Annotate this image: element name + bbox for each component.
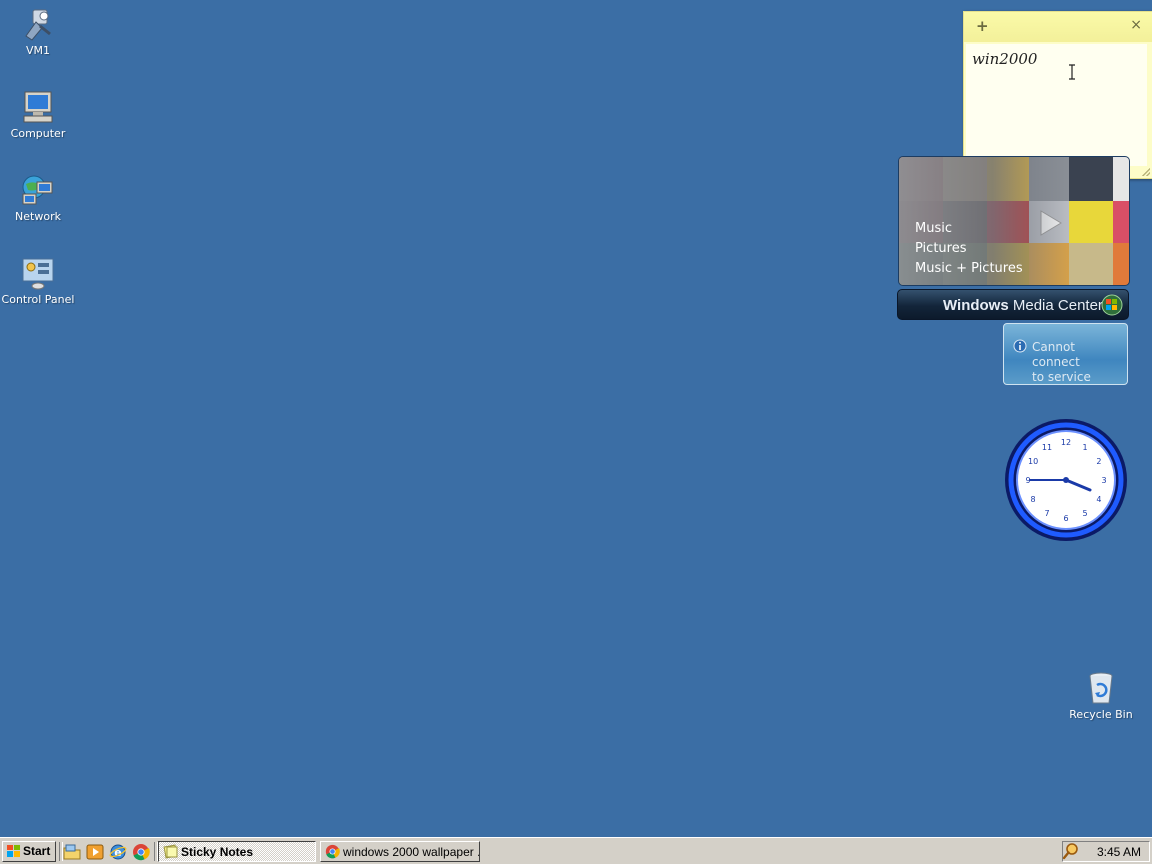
- info-icon: [1013, 339, 1027, 353]
- desktop-icon-control-panel[interactable]: Control Panel: [0, 255, 76, 306]
- menu-item-pictures[interactable]: Pictures: [915, 239, 1023, 259]
- clock-number: 6: [1063, 514, 1068, 523]
- taskbar-button-chrome[interactable]: windows 2000 wallpaper ...: [320, 841, 480, 862]
- media-tile: [1069, 157, 1113, 201]
- clock-gadget[interactable]: 121234567891011: [1004, 418, 1128, 542]
- windows-logo-icon: [1101, 294, 1123, 316]
- service-message-line: to service: [1032, 370, 1091, 384]
- clock-center: [1063, 477, 1069, 483]
- clock-number: 11: [1042, 443, 1052, 452]
- media-player-icon[interactable]: [86, 843, 104, 861]
- clock-number: 7: [1044, 509, 1049, 518]
- media-center-title: Windows Media Center: [943, 297, 1103, 314]
- clock-number: 5: [1082, 509, 1087, 518]
- taskbar: Start e Sticky Notes windows 2000 wallpa…: [0, 837, 1152, 864]
- explorer-icon[interactable]: [63, 843, 81, 861]
- desktop-icon-computer[interactable]: Computer: [0, 89, 76, 140]
- sticky-note[interactable]: + × win2000: [963, 11, 1152, 179]
- chrome-icon[interactable]: [132, 843, 150, 861]
- clock-number: 12: [1061, 438, 1071, 447]
- clock-number: 4: [1096, 495, 1101, 504]
- media-tile: [1113, 243, 1129, 285]
- clock-number: 3: [1101, 476, 1106, 485]
- text-cursor-icon: [1069, 64, 1075, 80]
- desktop-icon-label: Computer: [10, 127, 66, 140]
- service-status-gadget[interactable]: Cannot connect to service: [1003, 323, 1128, 385]
- media-tile: [1069, 243, 1113, 285]
- menu-item-music[interactable]: Music: [915, 219, 1023, 239]
- start-label: Start: [23, 844, 51, 858]
- desktop-icon-recycle-bin[interactable]: Recycle Bin: [1063, 670, 1139, 721]
- windows-flag-icon: [7, 845, 20, 857]
- network-icon: [22, 175, 53, 205]
- computer-icon: [23, 91, 53, 123]
- service-message: Cannot connect to service: [1032, 340, 1124, 385]
- clock-number: 2: [1096, 457, 1101, 466]
- media-menu: Music Pictures Music + Pictures: [915, 219, 1023, 279]
- media-center-launch-bar[interactable]: Windows Media Center: [897, 289, 1129, 320]
- media-tile: [1069, 201, 1113, 243]
- desktop-icon-label: Recycle Bin: [1069, 708, 1133, 721]
- taskbar-button-label: windows 2000 wallpaper ...: [343, 845, 480, 859]
- chrome-icon: [325, 844, 340, 859]
- search-icon[interactable]: [1062, 842, 1080, 860]
- desktop-icon-label: Network: [15, 210, 61, 223]
- clock-number: 10: [1028, 457, 1038, 466]
- media-tile: [1113, 157, 1129, 201]
- service-message-line: Cannot connect: [1032, 340, 1080, 369]
- desktop-icon-label: VM1: [25, 44, 50, 57]
- close-note-button[interactable]: ×: [1130, 17, 1142, 33]
- tray-clock[interactable]: 3:45 AM: [1097, 845, 1141, 859]
- sticky-note-titlebar[interactable]: + ×: [964, 12, 1152, 42]
- sticky-notes-icon: [163, 844, 178, 859]
- control-panel-icon: [22, 258, 54, 290]
- taskbar-button-label: Sticky Notes: [181, 845, 254, 859]
- new-note-button[interactable]: +: [976, 17, 989, 35]
- sticky-note-text[interactable]: win2000: [966, 44, 1147, 166]
- taskbar-button-sticky-notes[interactable]: Sticky Notes: [158, 841, 316, 862]
- media-tile: [1113, 201, 1129, 243]
- clock-number: 1: [1082, 443, 1087, 452]
- vm-icon: [25, 9, 51, 41]
- recycle-bin-icon: [1089, 672, 1113, 704]
- menu-item-music-pictures[interactable]: Music + Pictures: [915, 259, 1023, 279]
- resize-grip[interactable]: [1142, 168, 1150, 176]
- start-button[interactable]: Start: [2, 841, 56, 862]
- desktop-icon-network[interactable]: Network: [0, 172, 76, 223]
- desktop-icon-label: Control Panel: [1, 293, 75, 306]
- media-center-gadget[interactable]: Music Pictures Music + Pictures: [898, 156, 1130, 286]
- ie-icon[interactable]: e: [109, 843, 127, 861]
- desktop-icon-vm1[interactable]: VM1: [0, 6, 76, 57]
- clock-number: 8: [1031, 495, 1036, 504]
